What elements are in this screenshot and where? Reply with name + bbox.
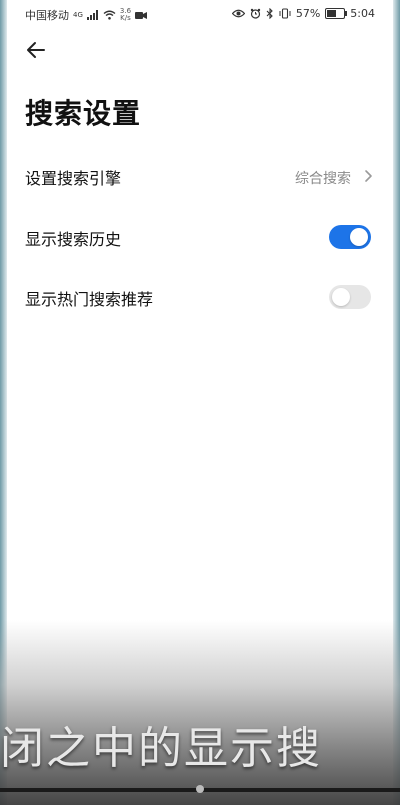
bluetooth-icon — [266, 8, 273, 19]
arrow-left-icon — [27, 42, 45, 58]
back-button[interactable] — [24, 38, 48, 62]
network-type: 4G — [73, 11, 83, 19]
eye-icon — [231, 9, 245, 18]
battery-percent: 57% — [295, 7, 321, 20]
show-hot-search-label: 显示热门搜索推荐 — [25, 290, 154, 309]
clock: 5:04 — [350, 7, 375, 20]
progress-indicator[interactable] — [196, 785, 204, 793]
toggle-knob — [332, 288, 350, 306]
battery-icon — [325, 8, 348, 19]
page-title: 搜索设置 — [25, 97, 142, 130]
chevron-right-icon — [365, 170, 372, 182]
show-history-setting: 显示搜索历史 — [7, 213, 393, 261]
search-engine-value: 综合搜索 — [295, 171, 351, 187]
alarm-icon — [250, 8, 261, 19]
show-history-toggle[interactable] — [329, 225, 371, 249]
status-bar: 中国移动 4G 3.6 K/s 57% 5:04 — [7, 0, 393, 28]
signal-icon — [86, 10, 98, 20]
search-engine-label: 设置搜索引擎 — [25, 169, 122, 188]
video-camera-icon — [135, 11, 148, 19]
status-left: 中国移动 4G 3.6 K/s — [25, 7, 148, 23]
wifi-icon — [103, 10, 116, 20]
network-speed: 3.6 K/s — [119, 7, 132, 22]
show-hot-search-setting: 显示热门搜索推荐 — [7, 273, 393, 321]
show-hot-search-toggle[interactable] — [329, 285, 371, 309]
carrier-name: 中国移动 — [25, 9, 69, 22]
search-engine-setting[interactable]: 设置搜索引擎 综合搜索 — [7, 152, 393, 200]
show-history-label: 显示搜索历史 — [25, 230, 122, 249]
vibrate-icon — [279, 8, 291, 19]
status-right: 57% 5:04 — [231, 7, 375, 20]
subtitle-caption: 闭之中的显示搜 — [0, 723, 322, 774]
toggle-knob — [350, 228, 368, 246]
